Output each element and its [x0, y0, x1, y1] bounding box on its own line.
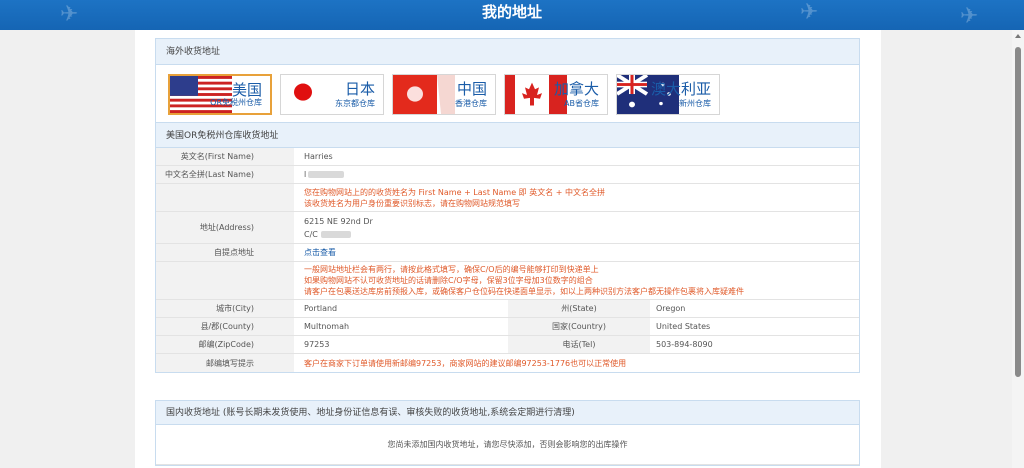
county-value: Multnomah: [304, 322, 350, 331]
redacted-text: [320, 230, 351, 238]
overseas-address-panel: 海外收货地址 美国 OR免税州仓库 日本 东京都仓库 中国 香港仓库 加拿大 A…: [155, 38, 860, 373]
address-note-line: 一般网站地址栏会有两行，请按此格式填写，确保C/O后的编号能够打印到快递单上: [304, 265, 599, 274]
warehouse-country: 中国: [456, 80, 487, 98]
first-name-value: Harries: [304, 152, 333, 161]
hongkong-flag-icon: [393, 75, 455, 114]
address-note-line: 请客户在包裹送达库房前预报入库，或确保客户仓位码在快递面单显示，如以上两种识别方…: [304, 287, 744, 296]
state-label: 州(State): [508, 300, 650, 317]
zip-tip-value: 客户在商家下订单请使用新邮编97253，商家网站的建议邮编97253-1776也…: [304, 358, 627, 368]
last-name-row: 中文名全拼(Last Name) l: [156, 166, 859, 184]
warehouse-name: 香港仓库: [455, 99, 487, 108]
address-line-1: 6215 NE 92nd Dr: [304, 216, 373, 226]
page-scrollbar[interactable]: [1012, 30, 1024, 468]
warehouse-name: OR免税州仓库: [210, 98, 262, 107]
city-label: 城市(City): [156, 300, 294, 317]
warehouse-name: 东京都仓库: [335, 99, 375, 108]
warehouse-country: 澳大利亚: [650, 80, 711, 98]
main-content: 海外收货地址 美国 OR免税州仓库 日本 东京都仓库 中国 香港仓库 加拿大 A…: [135, 30, 881, 468]
domestic-panel-title: 国内收货地址 (账号长期未发货使用、地址身份证信息有误、审核失败的收货地址,系统…: [156, 401, 859, 425]
country-value: United States: [656, 322, 711, 331]
address-note-line: 如果购物网站不认可收货地址的话请删除C/O字母，保留3位字母加3位数字的组合: [304, 276, 593, 285]
warehouse-tab-canada[interactable]: 加拿大 AB省仓库: [504, 74, 608, 115]
address-note-row: 一般网站地址栏会有两行，请按此格式填写，确保C/O后的编号能够打印到快递单上 如…: [156, 262, 859, 300]
warehouse-name: 新州仓库: [679, 99, 711, 108]
domestic-empty-message: 您尚未添加国内收货地址，请您尽快添加，否则会影响您的出库操作: [156, 425, 859, 465]
zip-tel-row: 邮编(ZipCode) 97253 电话(Tel) 503-894-8090: [156, 336, 859, 354]
warehouse-name: AB省仓库: [564, 99, 599, 108]
warehouse-country: 加拿大: [553, 80, 599, 98]
zip-tip-row: 邮编填写提示 客户在商家下订单请使用新邮编97253，商家网站的建议邮编9725…: [156, 354, 859, 372]
county-label: 县/郡(County): [156, 318, 294, 335]
tel-label: 电话(Tel): [508, 336, 650, 353]
address-row: 地址(Address) 6215 NE 92nd Dr C/C: [156, 212, 859, 244]
last-name-value: l: [304, 170, 307, 179]
zip-value: 97253: [304, 340, 330, 349]
scrollbar-thumb[interactable]: [1015, 47, 1021, 377]
name-note-row: 您在购物网站上的的收货姓名为 First Name + Last Name 即 …: [156, 184, 859, 212]
domestic-address-panel: 国内收货地址 (账号长期未发货使用、地址身份证信息有误、审核失败的收货地址,系统…: [155, 400, 860, 466]
japan-flag-icon: [281, 75, 343, 114]
pickup-view-link[interactable]: 点击查看: [304, 247, 859, 258]
zip-tip-label: 邮编填写提示: [156, 354, 294, 372]
pickup-label: 自提点地址: [156, 244, 294, 261]
warehouse-tab-usa[interactable]: 美国 OR免税州仓库: [168, 74, 272, 115]
scroll-up-arrow-icon[interactable]: [1015, 34, 1021, 38]
first-name-label: 英文名(First Name): [156, 148, 294, 165]
state-value: Oregon: [656, 304, 686, 313]
warehouse-tab-australia[interactable]: 澳大利亚 新州仓库: [616, 74, 720, 115]
page-header: ✈ ✈ ✈ 我的地址: [0, 0, 1024, 30]
address-label: 地址(Address): [156, 212, 294, 243]
page-title: 我的地址: [481, 3, 542, 21]
first-name-row: 英文名(First Name) Harries: [156, 148, 859, 166]
name-note-line: 您在购物网站上的的收货姓名为 First Name + Last Name 即 …: [304, 187, 605, 197]
overseas-panel-title: 海外收货地址: [156, 39, 859, 65]
pickup-row: 自提点地址 点击查看: [156, 244, 859, 262]
warehouse-address-title: 美国OR免税州仓库收货地址: [156, 122, 859, 148]
county-country-row: 县/郡(County) Multnomah 国家(Country) United…: [156, 318, 859, 336]
warehouse-selector: 美国 OR免税州仓库 日本 东京都仓库 中国 香港仓库 加拿大 AB省仓库 澳大…: [156, 65, 859, 122]
name-note-line: 该收货姓名为用户身份重要识别标志，请在购物网站规范填写: [304, 198, 520, 208]
city-state-row: 城市(City) Portland 州(State) Oregon: [156, 300, 859, 318]
last-name-label: 中文名全拼(Last Name): [156, 166, 294, 183]
zip-label: 邮编(ZipCode): [156, 336, 294, 353]
country-label: 国家(Country): [508, 318, 650, 335]
address-line-2: C/C: [304, 229, 318, 239]
city-value: Portland: [304, 304, 338, 313]
redacted-text: [308, 171, 345, 178]
warehouse-country: 日本: [344, 80, 375, 98]
warehouse-tab-hongkong[interactable]: 中国 香港仓库: [392, 74, 496, 115]
warehouse-tab-japan[interactable]: 日本 东京都仓库: [280, 74, 384, 115]
tel-value: 503-894-8090: [656, 340, 713, 349]
